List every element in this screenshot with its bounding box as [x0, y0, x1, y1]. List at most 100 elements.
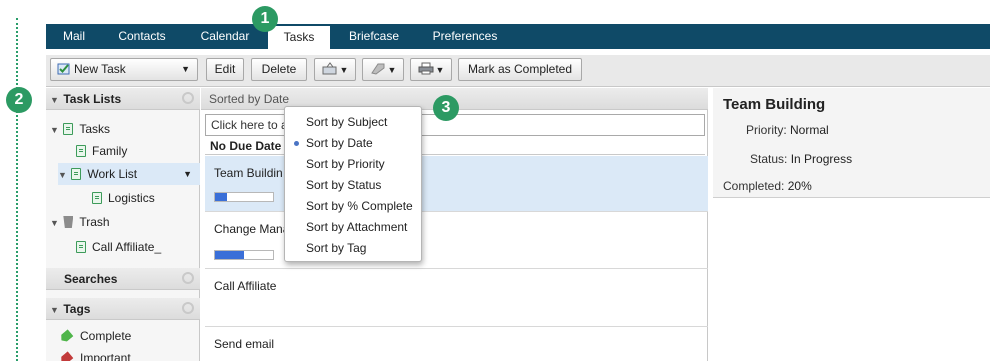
task-list-pane: Sorted by Date Click here to a No Due Da…: [201, 88, 708, 361]
sidebar-item-label: Call Affiliate_: [92, 240, 162, 254]
searches-header[interactable]: Searches: [46, 268, 200, 290]
progress-fill: [215, 193, 227, 201]
task-row[interactable]: Team Buildin: [205, 156, 708, 212]
priority-label: Priority:: [746, 123, 787, 137]
sidebar-tag-complete[interactable]: Complete: [60, 325, 196, 347]
task-row[interactable]: Call Affiliate: [205, 269, 708, 327]
sort-by-subject-item[interactable]: Sort by Subject: [285, 112, 421, 132]
expand-triangle-icon[interactable]: ▼: [58, 164, 68, 186]
chevron-down-icon: ▼: [387, 65, 397, 75]
expand-triangle-icon[interactable]: ▼: [50, 212, 60, 234]
task-lists-header-label: Task Lists: [63, 92, 122, 106]
status-field: Status: In Progress: [750, 152, 852, 166]
chevron-down-icon[interactable]: ▼: [183, 163, 192, 185]
sidebar-item-label: Family: [92, 144, 128, 158]
tag-icon: [59, 329, 74, 344]
tags-header-label: Tags: [63, 302, 91, 316]
sort-by-tag-item[interactable]: Sort by Tag: [285, 238, 421, 258]
completed-field: Completed: 20%: [723, 179, 812, 193]
tab-calendar[interactable]: Calendar: [190, 24, 260, 49]
sidebar-item-label: Trash: [79, 215, 110, 229]
sort-header-label: Sorted by Date: [209, 92, 290, 106]
progress-fill: [215, 251, 244, 259]
selected-dot-icon: [294, 141, 299, 146]
sidebar-item-work-list[interactable]: ▼ Work List ▼: [58, 163, 200, 185]
sidebar: ▼ Task Lists ▼ Tasks Family ▼ Work List …: [46, 88, 200, 361]
tag-icon: [59, 351, 74, 361]
move-button[interactable]: ▼: [314, 58, 356, 81]
task-name: Change Mana: [214, 222, 290, 236]
sort-menu: Sort by Subject Sort by Date Sort by Pri…: [284, 106, 422, 262]
tab-mail[interactable]: Mail: [54, 24, 94, 49]
callout-badge: 2: [6, 87, 32, 113]
chevron-down-icon[interactable]: ▼: [181, 59, 190, 80]
callout-badge: 3: [433, 95, 459, 121]
mark-as-completed-button[interactable]: Mark as Completed: [458, 58, 582, 81]
tag-icon: [370, 63, 385, 75]
sidebar-item-logistics[interactable]: Logistics: [92, 187, 196, 209]
sidebar-item-call-affiliate[interactable]: Call Affiliate_: [76, 236, 196, 258]
tab-tasks[interactable]: Tasks: [268, 26, 330, 49]
sidebar-item-family[interactable]: Family: [76, 140, 196, 162]
gear-icon[interactable]: [182, 272, 194, 284]
progress-bar: [214, 192, 274, 202]
collapse-triangle-icon[interactable]: ▼: [50, 89, 60, 111]
toolbar: New Task ▼ Edit Delete ▼ ▼ ▼ Mark as Com…: [46, 55, 990, 87]
task-list-icon: [76, 145, 86, 157]
delete-button[interactable]: Delete: [251, 58, 307, 81]
new-task-icon: [57, 63, 70, 75]
collapse-triangle-icon[interactable]: ▼: [50, 299, 60, 321]
tag-button[interactable]: ▼: [362, 58, 404, 81]
gear-icon[interactable]: [182, 302, 194, 314]
tab-preferences[interactable]: Preferences: [420, 24, 510, 49]
searches-header-label: Searches: [64, 272, 118, 286]
gear-icon[interactable]: [182, 92, 194, 104]
status-value: In Progress: [790, 152, 853, 166]
new-task-label: New Task: [74, 62, 126, 76]
sort-by-status-item[interactable]: Sort by Status: [285, 175, 421, 195]
chevron-down-icon: ▼: [339, 65, 349, 75]
completed-label: Completed:: [723, 179, 785, 193]
edit-button[interactable]: Edit: [206, 58, 244, 81]
sort-by-attachment-item[interactable]: Sort by Attachment: [285, 217, 421, 237]
task-list-icon: [71, 168, 82, 180]
sidebar-item-label: Logistics: [108, 191, 155, 205]
sidebar-item-tasks[interactable]: ▼ Tasks: [50, 118, 200, 140]
dotted-guide-line: [16, 18, 18, 361]
app-tab-bar: Mail Contacts Calendar Tasks Briefcase P…: [46, 24, 990, 49]
task-detail-title: Team Building: [723, 96, 826, 113]
task-list-icon: [63, 123, 74, 135]
sort-by-percent-complete-item[interactable]: Sort by % Complete: [285, 196, 421, 216]
task-list-icon: [92, 192, 102, 204]
completed-value: 20%: [787, 179, 812, 193]
print-button[interactable]: ▼: [410, 58, 452, 81]
task-name: Team Buildin: [214, 166, 283, 180]
sidebar-tag-important[interactable]: Important: [60, 347, 196, 361]
task-detail-header: Team Building Priority: Normal Status: I…: [713, 88, 990, 198]
task-row[interactable]: Send email: [205, 327, 708, 361]
sidebar-item-label: Tasks: [79, 122, 111, 136]
print-icon: [418, 62, 434, 75]
progress-bar: [214, 250, 274, 260]
tab-contacts[interactable]: Contacts: [106, 24, 178, 49]
callout-badge: 1: [252, 6, 278, 32]
tag-label: Complete: [80, 329, 132, 343]
tags-header[interactable]: ▼ Tags: [46, 298, 200, 320]
task-name: Send email: [214, 337, 275, 351]
task-name: Call Affiliate: [214, 279, 277, 293]
task-list-icon: [76, 241, 86, 253]
move-icon: [322, 62, 337, 75]
sort-by-priority-item[interactable]: Sort by Priority: [285, 154, 421, 174]
expand-triangle-icon[interactable]: ▼: [50, 119, 60, 141]
sort-by-date-item[interactable]: Sort by Date: [285, 133, 421, 153]
sidebar-item-trash[interactable]: ▼ Trash: [50, 211, 200, 233]
tab-briefcase[interactable]: Briefcase: [336, 24, 412, 49]
task-row[interactable]: Change Mana: [205, 212, 708, 269]
task-lists-header[interactable]: ▼ Task Lists: [46, 88, 200, 110]
new-task-button[interactable]: New Task ▼: [50, 58, 198, 81]
group-header: No Due Date: [205, 138, 705, 155]
menu-item-label: Sort by Date: [306, 136, 373, 150]
priority-value: Normal: [790, 123, 829, 137]
sidebar-item-label: Work List: [87, 167, 138, 181]
trash-icon: [63, 216, 74, 228]
